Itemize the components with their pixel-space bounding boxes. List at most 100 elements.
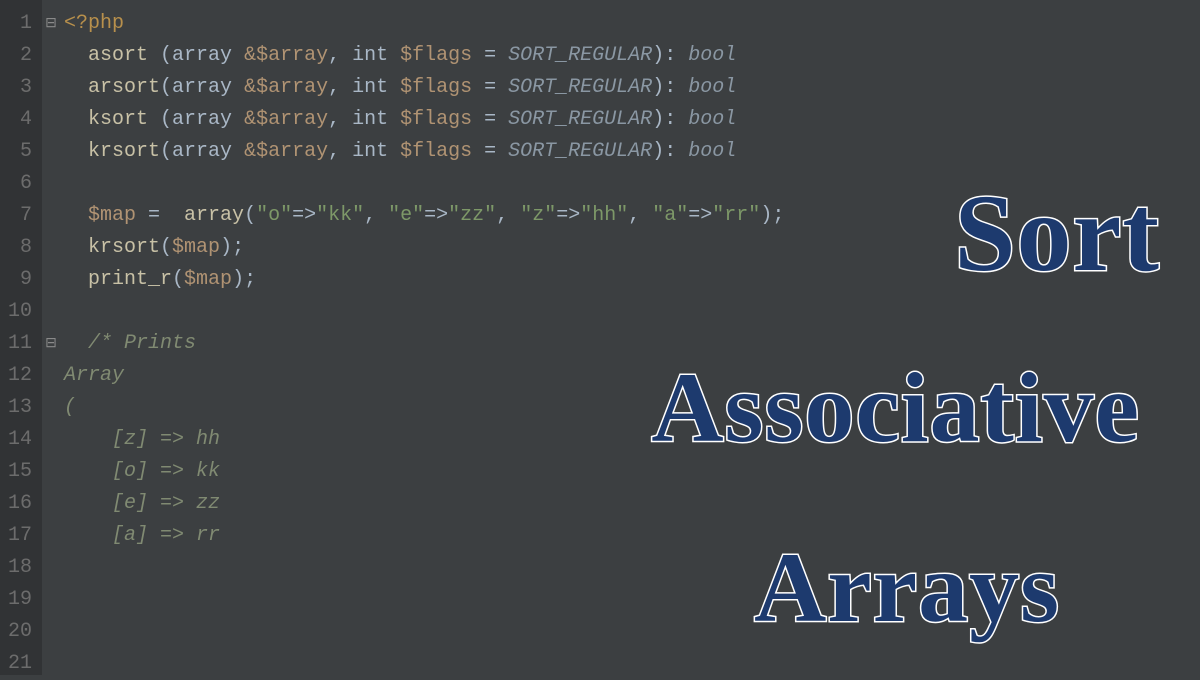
line-number: 18 [6, 552, 32, 584]
code-line[interactable]: ( [64, 392, 784, 424]
fold-marker [42, 72, 60, 104]
token: ) [652, 76, 664, 99]
token: $map [184, 268, 232, 291]
line-number: 2 [6, 40, 32, 72]
line-number: 5 [6, 136, 32, 168]
token: $map [172, 236, 220, 259]
token: bool [688, 140, 736, 163]
token: = [472, 44, 508, 67]
token: bool [688, 76, 736, 99]
code-line[interactable]: krsort(array &$array, int $flags = SORT_… [64, 136, 784, 168]
code-line[interactable]: krsort($map); [64, 232, 784, 264]
line-number: 15 [6, 456, 32, 488]
token: int [352, 108, 400, 131]
token: , [628, 204, 652, 227]
token: $flags [400, 140, 472, 163]
code-line[interactable]: [e] => zz [64, 488, 784, 520]
token: "z" [520, 204, 556, 227]
token: : [664, 108, 688, 131]
fold-marker [42, 456, 60, 488]
code-line[interactable] [64, 648, 784, 680]
token: $flags [400, 108, 472, 131]
code-line[interactable]: arsort(array &$array, int $flags = SORT_… [64, 72, 784, 104]
line-number: 11 [6, 328, 32, 360]
token: "a" [652, 204, 688, 227]
token: & [244, 108, 256, 131]
token: => [292, 204, 316, 227]
code-line[interactable]: ksort (array &$array, int $flags = SORT_… [64, 104, 784, 136]
token: int [352, 76, 400, 99]
code-line[interactable]: <?php [64, 8, 784, 40]
line-number: 20 [6, 616, 32, 648]
code-line[interactable]: [o] => kk [64, 456, 784, 488]
token: $array [256, 108, 328, 131]
fold-marker [42, 40, 60, 72]
token: ( [160, 108, 172, 131]
token: $map [88, 204, 136, 227]
fold-marker [42, 296, 60, 328]
code-line[interactable]: Array [64, 360, 784, 392]
token: SORT_REGULAR [508, 108, 652, 131]
token: $array [256, 76, 328, 99]
token: int [352, 140, 400, 163]
token: ( [172, 268, 184, 291]
token: krsort [88, 140, 160, 163]
token: SORT_REGULAR [508, 44, 652, 67]
line-number: 10 [6, 296, 32, 328]
fold-marker [42, 552, 60, 584]
code-line[interactable] [64, 616, 784, 648]
line-number: 19 [6, 584, 32, 616]
token: [o] => kk [64, 460, 220, 483]
token: <?php [64, 12, 124, 35]
code-line[interactable]: $map = array("o"=>"kk", "e"=>"zz", "z"=>… [64, 200, 784, 232]
token: "rr" [712, 204, 760, 227]
token: => [556, 204, 580, 227]
token: bool [688, 44, 736, 67]
code-line[interactable]: [a] => rr [64, 520, 784, 552]
token: $array [256, 140, 328, 163]
token: int [352, 44, 400, 67]
fold-marker [42, 136, 60, 168]
token: ) [652, 108, 664, 131]
token: print_r [88, 268, 172, 291]
code-line[interactable] [64, 552, 784, 584]
token: $flags [400, 44, 472, 67]
line-number: 3 [6, 72, 32, 104]
token: => [424, 204, 448, 227]
code-line[interactable]: [z] => hh [64, 424, 784, 456]
code-line[interactable] [64, 168, 784, 200]
token: ( [160, 76, 172, 99]
code-line[interactable]: asort (array &$array, int $flags = SORT_… [64, 40, 784, 72]
line-number: 6 [6, 168, 32, 200]
token: & [244, 140, 256, 163]
fold-marker [42, 168, 60, 200]
token: : [664, 44, 688, 67]
token: asort [88, 44, 160, 67]
code-line[interactable]: /* Prints [64, 328, 784, 360]
token: bool [688, 108, 736, 131]
token: ); [232, 268, 256, 291]
token: "kk" [316, 204, 364, 227]
code-line[interactable] [64, 296, 784, 328]
token: Array [64, 364, 124, 387]
token: , [328, 140, 352, 163]
token: SORT_REGULAR [508, 76, 652, 99]
fold-marker [42, 520, 60, 552]
fold-marker [42, 392, 60, 424]
code-line[interactable]: print_r($map); [64, 264, 784, 296]
fold-marker [42, 200, 60, 232]
token: [e] => zz [64, 492, 220, 515]
token: ); [220, 236, 244, 259]
token: krsort [88, 236, 160, 259]
code-area[interactable]: <?php asort (array &$array, int $flags =… [60, 0, 784, 675]
token: = [472, 140, 508, 163]
code-line[interactable] [64, 584, 784, 616]
token: , [328, 44, 352, 67]
fold-marker[interactable]: ⊟ [42, 8, 60, 40]
token: = [472, 108, 508, 131]
token: /* Prints [88, 332, 196, 355]
line-number: 9 [6, 264, 32, 296]
token: ( [160, 140, 172, 163]
line-number: 12 [6, 360, 32, 392]
fold-marker[interactable]: ⊟ [42, 328, 60, 360]
